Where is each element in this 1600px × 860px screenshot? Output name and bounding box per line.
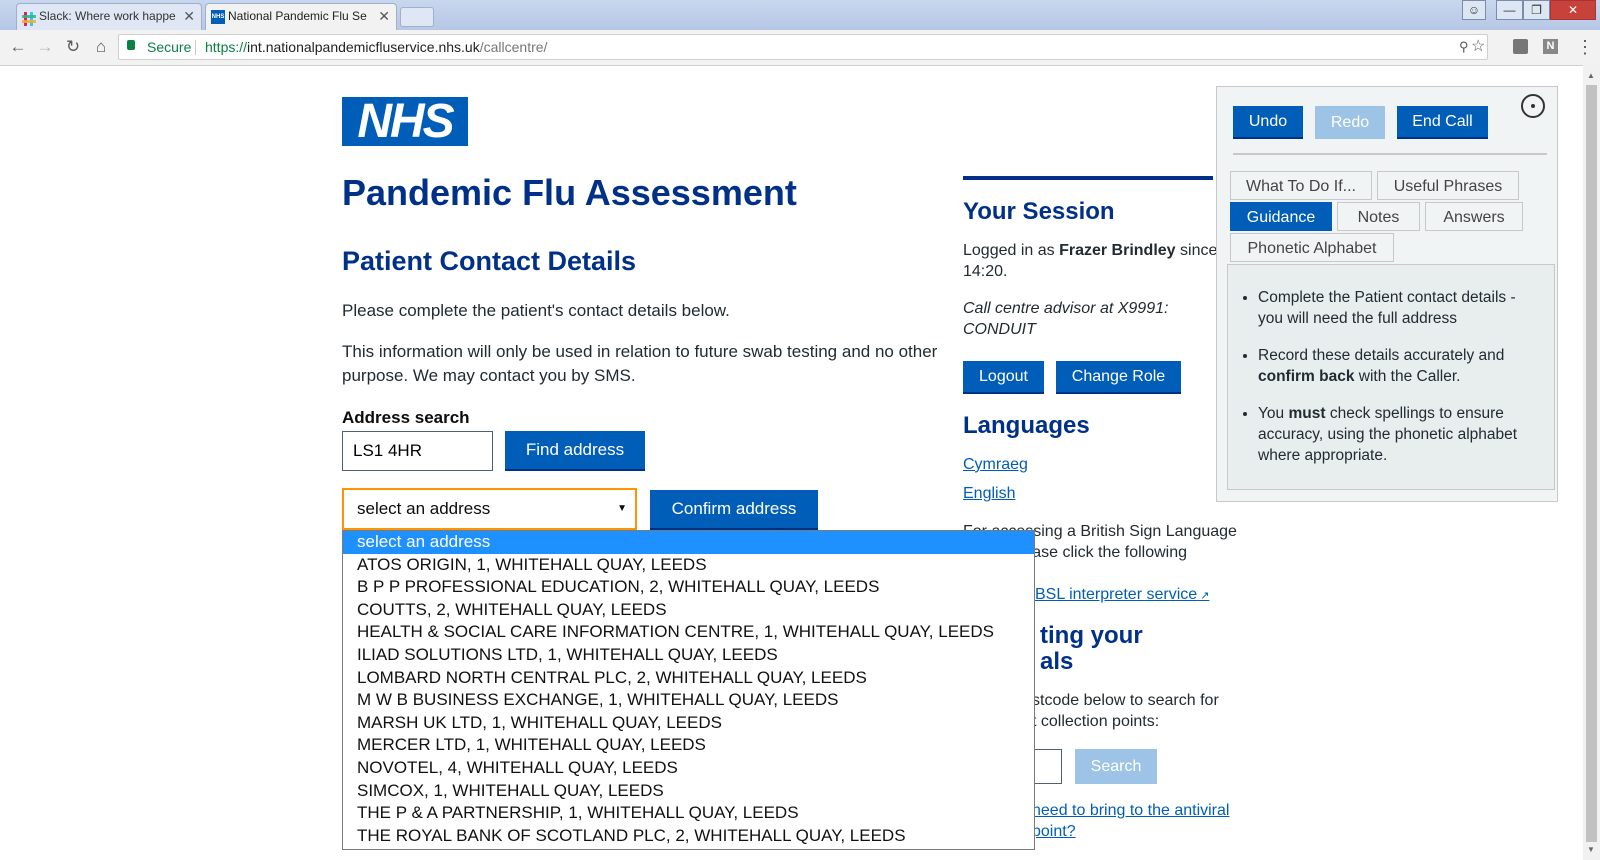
bsl-interpreter-link[interactable]: BSL interpreter service ↗ [1035, 586, 1209, 604]
address-option[interactable]: ILIAD SOLUTIONS LTD, 1, WHITEHALL QUAY, … [343, 644, 1034, 667]
minimize-icon[interactable]: — [1496, 0, 1523, 20]
page-title: Pandemic Flu Assessment [342, 172, 797, 213]
guidance-list: Complete the Patient contact details - y… [1232, 287, 1540, 466]
dropdown-arrow-icon: ▼ [617, 503, 627, 514]
address-option[interactable]: COUTTS, 2, WHITEHALL QUAY, LEEDS [343, 599, 1034, 622]
end-call-button[interactable]: End Call [1397, 106, 1488, 139]
logout-button[interactable]: Logout [963, 361, 1044, 394]
forward-arrow-icon[interactable]: → [33, 35, 57, 59]
close-tab-icon[interactable]: ✕ [378, 4, 390, 29]
tab-phonetic-alphabet[interactable]: Phonetic Alphabet [1230, 233, 1394, 262]
guidance-item: Record these details accurately and conf… [1258, 345, 1540, 387]
change-role-button[interactable]: Change Role [1056, 361, 1181, 394]
address-option[interactable]: HEALTH & SOCIAL CARE INFORMATION CENTRE,… [343, 621, 1034, 644]
external-link-icon: ↗ [1197, 590, 1210, 602]
collection-heading-2: als [1040, 648, 1074, 675]
home-icon[interactable]: ⌂ [89, 35, 113, 59]
slack-icon [22, 10, 36, 26]
new-tab-button[interactable] [400, 7, 434, 27]
extension-n-icon[interactable]: N [1543, 39, 1558, 54]
address-option[interactable]: MARSH UK LTD, 1, WHITEHALL QUAY, LEEDS [343, 712, 1034, 735]
tab-title: National Pandemic Flu Se [228, 9, 367, 23]
url-text: https://int.nationalpandemicfluservice.n… [205, 39, 548, 55]
address-dropdown-list[interactable]: select an address ATOS ORIGIN, 1, WHITEH… [342, 530, 1035, 850]
panel-divider [1233, 153, 1547, 155]
address-option[interactable]: M W B BUSINESS EXCHANGE, 1, WHITEHALL QU… [343, 689, 1034, 712]
back-arrow-icon[interactable]: ← [6, 35, 30, 59]
scrollbar-thumb[interactable] [1586, 85, 1597, 842]
undo-button[interactable]: Undo [1233, 106, 1303, 139]
tab-title: Slack: Where work happe [39, 9, 176, 23]
tab-guidance[interactable]: Guidance [1230, 202, 1332, 231]
star-icon[interactable]: ☆ [1471, 35, 1485, 59]
address-option[interactable]: LOMBARD NORTH CENTRAL PLC, 2, WHITEHALL … [343, 667, 1034, 690]
panel-dock-icon[interactable] [1521, 94, 1545, 118]
page-scrollbar[interactable]: ▲ ▼ [1583, 65, 1600, 860]
section-title: Patient Contact Details [342, 246, 637, 276]
logged-in-text: Logged in as Frazer Brindley since [963, 242, 1218, 259]
address-option[interactable]: ATOS ORIGIN, 1, WHITEHALL QUAY, LEEDS [343, 554, 1034, 577]
guidance-content: Complete the Patient contact details - y… [1227, 264, 1555, 490]
session-rule [963, 176, 1213, 180]
antiviral-link-2[interactable]: point? [1032, 823, 1076, 841]
address-option[interactable]: MERCER LTD, 1, WHITEHALL QUAY, LEEDS [343, 734, 1034, 757]
confirm-address-button[interactable]: Confirm address [650, 490, 818, 530]
address-option[interactable]: SIMCOX, 1, WHITEHALL QUAY, LEEDS [343, 780, 1034, 803]
close-tab-icon[interactable]: ✕ [183, 4, 195, 29]
address-bar[interactable]: Secure https://int.nationalpandemicfluse… [118, 34, 1488, 60]
tab-what-to-do-if[interactable]: What To Do If... [1230, 171, 1372, 200]
address-option[interactable]: THE P & A PARTNERSHIP, 1, WHITEHALL QUAY… [343, 802, 1034, 825]
nhs-favicon-icon: NHS [211, 10, 225, 24]
intro-text: Please complete the patient's contact de… [342, 301, 730, 320]
close-window-icon[interactable]: ✕ [1550, 0, 1596, 20]
tab-nhs[interactable]: NHS National Pandemic Flu Se ✕ [205, 3, 397, 30]
role-text-2: CONDUIT [963, 321, 1036, 338]
extension-icon[interactable] [1513, 39, 1528, 54]
language-link-cymraeg[interactable]: Cymraeg [963, 456, 1028, 474]
profile-icon[interactable]: ☺ [1462, 0, 1486, 20]
maximize-icon[interactable]: ❐ [1523, 0, 1550, 20]
address-option[interactable]: NOVOTEL, 4, WHITEHALL QUAY, LEEDS [343, 757, 1034, 780]
menu-dots-icon[interactable]: ⋮ [1576, 37, 1594, 58]
address-search-label: Address search [342, 408, 470, 427]
reload-icon[interactable]: ↻ [61, 35, 85, 59]
info-text: This information will only be used in re… [342, 342, 938, 385]
role-text-1: Call centre advisor at X9991: [963, 300, 1169, 317]
omnibox-divider [195, 40, 196, 55]
language-link-english[interactable]: English [963, 485, 1015, 503]
guidance-item: You must check spellings to ensure accur… [1258, 403, 1540, 466]
key-icon[interactable]: ⚲ [1459, 35, 1469, 59]
find-address-button[interactable]: Find address [505, 431, 645, 471]
address-option[interactable]: select an address [343, 531, 1034, 554]
address-select[interactable]: select an address ▼ [342, 488, 637, 530]
browser-toolbar: ← → ↻ ⌂ Secure https://int.nationalpande… [0, 30, 1600, 66]
lock-icon [127, 40, 135, 50]
browser-tab-bar: Slack: Where work happe ✕ NHS National P… [0, 0, 1600, 30]
collection-heading-1: ting your [1040, 622, 1143, 649]
tab-slack[interactable]: Slack: Where work happe ✕ [16, 3, 202, 30]
scroll-up-icon[interactable]: ▲ [1587, 71, 1595, 80]
scroll-down-icon[interactable]: ▼ [1587, 845, 1595, 854]
collection-search-button[interactable]: Search [1075, 749, 1157, 784]
address-option[interactable]: THE ROYAL BANK OF SCOTLAND PLC, 2, WHITE… [343, 825, 1034, 848]
collection-text-2: t collection points: [1032, 713, 1160, 730]
session-heading: Your Session [963, 198, 1115, 225]
login-time: 14:20. [963, 263, 1008, 280]
antiviral-link-1[interactable]: need to bring to the antiviral [1032, 802, 1229, 820]
call-panel: Undo Redo End Call What To Do If... Usef… [1216, 86, 1558, 502]
languages-heading: Languages [963, 412, 1090, 439]
tab-notes[interactable]: Notes [1337, 202, 1420, 231]
nhs-logo: NHS [342, 97, 468, 147]
postcode-input[interactable] [342, 431, 493, 471]
tab-useful-phrases[interactable]: Useful Phrases [1377, 171, 1519, 200]
tab-answers[interactable]: Answers [1425, 202, 1523, 231]
address-option[interactable]: B P P PROFESSIONAL EDUCATION, 2, WHITEHA… [343, 576, 1034, 599]
guidance-item: Complete the Patient contact details - y… [1258, 287, 1540, 329]
redo-button[interactable]: Redo [1315, 106, 1385, 139]
collection-text-1: stcode below to search for [1032, 692, 1219, 709]
secure-label: Secure [147, 39, 192, 55]
address-select-value: select an address [357, 499, 491, 518]
user-name: Frazer Brindley [1059, 242, 1176, 259]
